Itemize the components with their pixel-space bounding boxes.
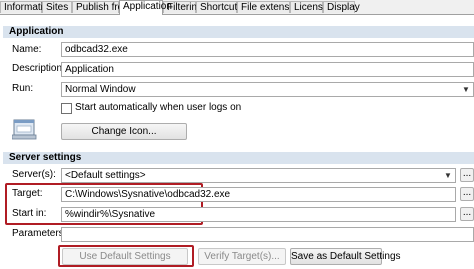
description-label: Description: — [12, 63, 65, 74]
tab-license[interactable]: License — [290, 1, 328, 13]
tab-application[interactable]: Application — [119, 0, 172, 15]
tab-information[interactable]: Information — [0, 1, 54, 13]
target-browse-button[interactable]: ... — [460, 187, 474, 201]
tab-file-extensions[interactable]: File extensions — [237, 1, 308, 13]
tab-label: Shortcuts — [200, 2, 243, 13]
target-label: Target: — [12, 188, 43, 199]
tab-label: Application — [123, 1, 172, 12]
startin-field[interactable]: %windir%\Sysnative — [61, 207, 456, 222]
tab-shortcuts[interactable]: Shortcuts — [196, 1, 242, 13]
parameters-label: Parameters: — [12, 228, 67, 239]
verify-targets-button[interactable]: Verify Target(s)... — [198, 248, 286, 265]
startin-browse-button[interactable]: ... — [460, 207, 474, 221]
servers-browse-button[interactable]: ... — [460, 168, 474, 182]
target-field[interactable]: C:\Windows\Sysnative\odbcad32.exe — [61, 187, 456, 202]
tab-display[interactable]: Display — [323, 1, 360, 13]
name-field[interactable]: odbcad32.exe — [61, 42, 474, 57]
autostart-checkbox[interactable] — [61, 103, 72, 114]
tab-sites[interactable]: Sites — [42, 1, 72, 13]
tab-label: Sites — [46, 2, 69, 13]
autostart-label: Start automatically when user logs on — [75, 102, 242, 113]
servers-select-value: <Default settings> — [65, 170, 146, 181]
servers-select[interactable]: <Default settings> ▼ — [61, 168, 456, 183]
chevron-down-icon: ▼ — [444, 171, 452, 180]
save-as-default-settings-button[interactable]: Save as Default Settings — [290, 248, 401, 265]
tab-bar: Information Sites Publish from Applicati… — [0, 0, 474, 15]
change-icon-button[interactable]: Change Icon... — [61, 123, 187, 140]
run-select-value: Normal Window — [65, 84, 136, 95]
parameters-field[interactable] — [61, 227, 474, 242]
tab-publish-from[interactable]: Publish from — [72, 1, 132, 13]
run-select[interactable]: Normal Window ▼ — [61, 82, 474, 97]
server-settings-section-header: Server settings — [3, 152, 474, 164]
run-label: Run: — [12, 83, 34, 94]
servers-label: Server(s): — [12, 169, 56, 180]
chevron-down-icon: ▼ — [462, 85, 470, 94]
use-default-settings-button[interactable]: Use Default Settings — [62, 248, 188, 265]
name-label: Name: — [12, 44, 42, 55]
tab-label: Display — [327, 2, 360, 13]
application-section-header: Application — [3, 26, 474, 38]
description-field[interactable]: Application — [61, 62, 474, 77]
application-window-icon — [11, 118, 38, 140]
startin-label: Start in: — [12, 208, 47, 219]
